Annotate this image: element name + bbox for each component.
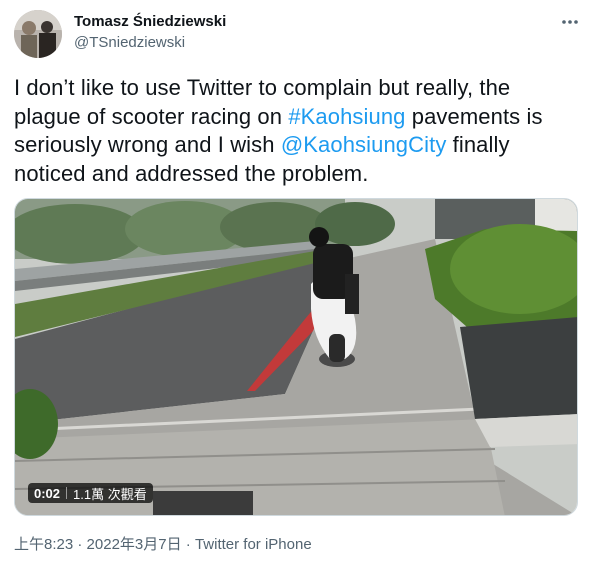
mention-link[interactable]: @KaohsiungCity (281, 132, 447, 157)
hashtag-link[interactable]: #Kaohsiung (288, 104, 405, 129)
more-options-button[interactable] (560, 12, 580, 32)
tweet-text: I don’t like to use Twitter to complain … (14, 74, 579, 188)
tweet-source[interactable]: Twitter for iPhone (195, 536, 312, 553)
user-handle[interactable]: @TSniedziewski (74, 34, 185, 51)
avatar-image (14, 10, 62, 58)
avatar[interactable] (14, 10, 62, 58)
user-display-name[interactable]: Tomasz Śniedziewski (74, 13, 226, 30)
tweet-date[interactable]: 2022年3月7日 (87, 536, 182, 553)
meta-separator: · (73, 536, 87, 553)
video-duration: 0:02 (34, 485, 61, 501)
more-dots-icon (562, 20, 578, 24)
video-frame (15, 199, 577, 515)
meta-separator: · (181, 536, 195, 553)
video-info-badge: 0:02 1.1萬 次觀看 (28, 483, 153, 503)
video-view-count: 1.1萬 次觀看 (73, 486, 147, 502)
badge-divider (66, 487, 68, 499)
tweet-time[interactable]: 上午8:23 (14, 536, 73, 553)
tweet-meta: 上午8:23 · 2022年3月7日 · Twitter for iPhone (14, 533, 312, 554)
video-player[interactable] (14, 198, 578, 516)
